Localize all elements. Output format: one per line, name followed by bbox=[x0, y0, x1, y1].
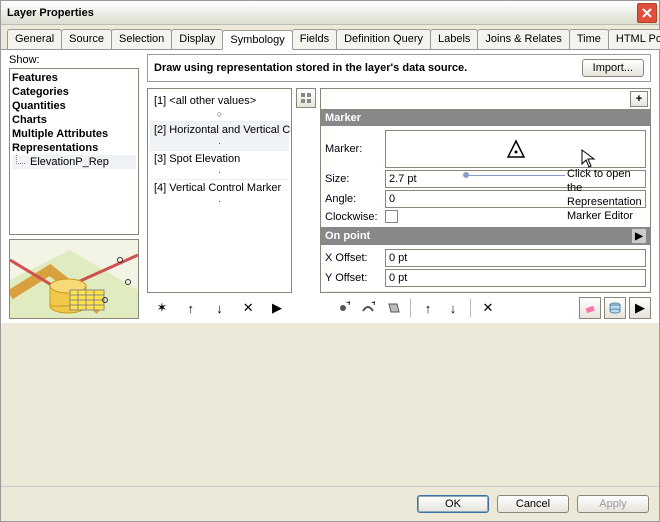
marker-section-title: Marker bbox=[325, 112, 361, 124]
xoffset-input[interactable] bbox=[385, 249, 646, 267]
show-label: Show: bbox=[9, 54, 139, 66]
add-layer-button[interactable]: + bbox=[630, 91, 648, 107]
layer-properties-window: Layer Properties General Source Selectio… bbox=[0, 0, 660, 522]
titlebar: Layer Properties bbox=[1, 1, 659, 25]
play-right-icon[interactable]: ▶ bbox=[629, 297, 651, 319]
xoffset-label: X Offset: bbox=[325, 252, 385, 264]
tree-representations[interactable]: Representations bbox=[12, 141, 136, 155]
move-up-icon[interactable]: ↑ bbox=[180, 297, 202, 319]
cylinder-icon[interactable] bbox=[604, 297, 626, 319]
cancel-button[interactable]: Cancel bbox=[497, 495, 569, 513]
tab-labels[interactable]: Labels bbox=[430, 29, 478, 49]
window-title: Layer Properties bbox=[7, 7, 637, 19]
representation-rule-list[interactable]: [1] <all other values> ○ [2] Horizontal … bbox=[147, 88, 292, 293]
list-item[interactable]: [4] Vertical Control Marker · bbox=[150, 179, 289, 208]
add-point-icon[interactable]: + bbox=[332, 297, 354, 319]
show-tree[interactable]: Features Categories Quantities Charts Mu… bbox=[9, 68, 139, 235]
onpoint-props: X Offset: Y Offset: bbox=[321, 245, 650, 291]
marker-preview-button[interactable] bbox=[385, 130, 646, 168]
marker-section-header: Marker bbox=[321, 110, 650, 126]
dialog-footer: OK Cancel Apply bbox=[1, 486, 659, 521]
layer-up-icon[interactable]: ↑ bbox=[417, 297, 439, 319]
tab-time[interactable]: Time bbox=[569, 29, 609, 49]
tab-symbology[interactable]: Symbology bbox=[222, 30, 292, 50]
clockwise-label: Clockwise: bbox=[325, 211, 385, 223]
callout-text: Click to open the Representation Marker … bbox=[567, 167, 642, 223]
delete-icon[interactable]: ✕ bbox=[237, 297, 259, 319]
list-item[interactable]: [2] Horizontal and Vertical Control · bbox=[150, 121, 289, 150]
svg-text:+: + bbox=[346, 301, 350, 309]
tab-definition-query[interactable]: Definition Query bbox=[336, 29, 431, 49]
onpoint-menu-arrow-icon[interactable]: ▶ bbox=[632, 229, 646, 243]
marker-label: Marker: bbox=[325, 143, 385, 155]
onpoint-section-title: On point bbox=[325, 230, 370, 242]
instruction-text: Draw using representation stored in the … bbox=[154, 62, 576, 74]
target-icon[interactable]: ✶ bbox=[151, 297, 173, 319]
rule-toolbar: ✶ ↑ ↓ ✕ ▶ bbox=[147, 297, 292, 319]
eraser-icon[interactable] bbox=[579, 297, 601, 319]
apply-button[interactable]: Apply bbox=[577, 495, 649, 513]
add-layer-row: + bbox=[320, 88, 651, 109]
callout-line bbox=[465, 175, 565, 176]
tree-charts[interactable]: Charts bbox=[12, 113, 136, 127]
play-icon[interactable]: ▶ bbox=[266, 297, 288, 319]
layer-tool-button[interactable] bbox=[296, 88, 316, 108]
add-fill-icon[interactable] bbox=[382, 297, 404, 319]
list-item[interactable]: [1] <all other values> ○ bbox=[150, 93, 289, 121]
tab-fields[interactable]: Fields bbox=[292, 29, 337, 49]
left-column: Show: Features Categories Quantities Cha… bbox=[9, 54, 139, 319]
angle-label: Angle: bbox=[325, 193, 385, 205]
add-line-icon[interactable]: + bbox=[357, 297, 379, 319]
instruction-row: Draw using representation stored in the … bbox=[147, 54, 651, 82]
tree-categories[interactable]: Categories bbox=[12, 85, 136, 99]
tree-rep-child[interactable]: ElevationP_Rep bbox=[12, 155, 136, 169]
tab-source[interactable]: Source bbox=[61, 29, 112, 49]
ok-button[interactable]: OK bbox=[417, 495, 489, 513]
list-item-label: [1] <all other values> bbox=[154, 95, 256, 107]
tab-display[interactable]: Display bbox=[171, 29, 223, 49]
list-item[interactable]: [3] Spot Elevation · bbox=[150, 150, 289, 179]
tab-general[interactable]: General bbox=[7, 29, 62, 49]
list-item-label: [3] Spot Elevation bbox=[154, 153, 240, 165]
layer-down-icon[interactable]: ↓ bbox=[442, 297, 464, 319]
main-content: Show: Features Categories Quantities Cha… bbox=[1, 50, 659, 323]
list-item-label: [4] Vertical Control Marker bbox=[154, 182, 281, 194]
list-item-label: [2] Horizontal and Vertical Control bbox=[154, 124, 292, 136]
yoffset-input[interactable] bbox=[385, 269, 646, 287]
clockwise-checkbox[interactable] bbox=[385, 210, 398, 223]
tree-multiple-attributes[interactable]: Multiple Attributes bbox=[12, 127, 136, 141]
svg-text:+: + bbox=[371, 301, 375, 309]
tree-features[interactable]: Features bbox=[12, 71, 136, 85]
close-button[interactable] bbox=[637, 3, 657, 23]
tree-quantities[interactable]: Quantities bbox=[12, 99, 136, 113]
layer-delete-icon[interactable]: ✕ bbox=[477, 297, 499, 319]
tab-bar: General Source Selection Display Symbolo… bbox=[1, 25, 659, 50]
yoffset-label: Y Offset: bbox=[325, 272, 385, 284]
move-down-icon[interactable]: ↓ bbox=[209, 297, 231, 319]
tab-selection[interactable]: Selection bbox=[111, 29, 172, 49]
layer-preview bbox=[9, 239, 139, 319]
layer-tool-column bbox=[296, 88, 316, 293]
callout-dot bbox=[463, 172, 469, 178]
bottom-toolbars: ✶ ↑ ↓ ✕ ▶ + + ↑ ↓ ✕ bbox=[147, 297, 651, 319]
mouse-cursor-icon bbox=[581, 149, 597, 169]
size-label: Size: bbox=[325, 173, 385, 185]
symbol-toolbar: + + ↑ ↓ ✕ ▶ bbox=[332, 297, 651, 319]
onpoint-section-header: On point ▶ bbox=[321, 227, 650, 245]
import-button[interactable]: Import... bbox=[582, 59, 644, 77]
tab-html-popup[interactable]: HTML Popup bbox=[608, 29, 660, 49]
tab-joins-relates[interactable]: Joins & Relates bbox=[477, 29, 569, 49]
